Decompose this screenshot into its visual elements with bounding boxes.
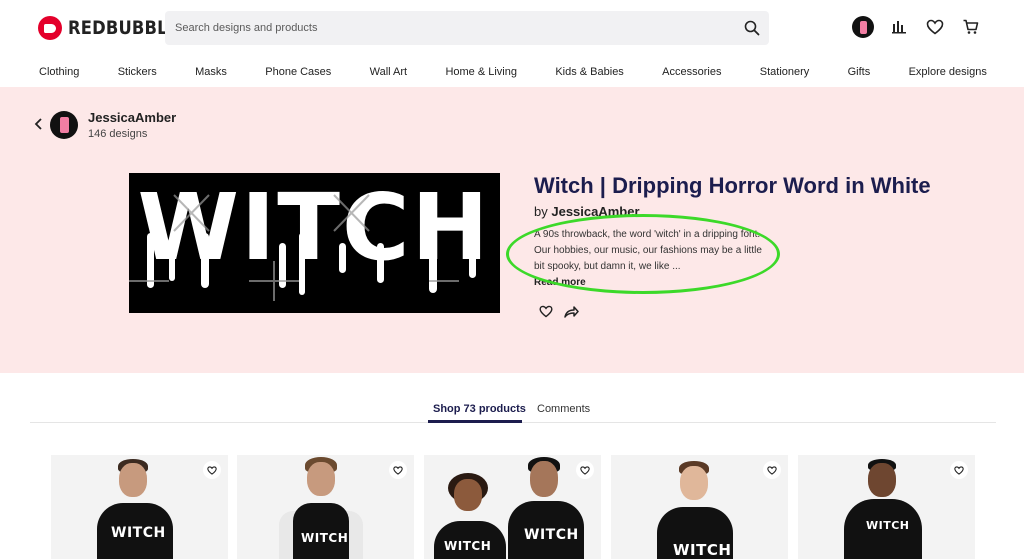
product-card[interactable]: WITCH (237, 455, 414, 559)
category-nav: Clothing Stickers Masks Phone Cases Wall… (0, 56, 1024, 87)
nav-item-stickers[interactable]: Stickers (118, 66, 157, 78)
card-heart-icon[interactable] (950, 461, 968, 479)
search-input[interactable] (165, 11, 725, 45)
product-card[interactable]: WITCH (51, 455, 228, 559)
nav-item-phone-cases[interactable]: Phone Cases (265, 66, 331, 78)
byline-prefix: by (534, 204, 548, 219)
nav-item-explore-designs[interactable]: Explore designs (909, 66, 987, 78)
search-icon[interactable] (743, 19, 761, 37)
dashboard-icon[interactable] (888, 16, 910, 38)
shirt-print-text: WITCH (673, 541, 732, 559)
card-heart-icon[interactable] (576, 461, 594, 479)
nav-item-stationery[interactable]: Stationery (760, 66, 810, 78)
redbubble-logo-icon (38, 16, 62, 40)
header-actions (852, 16, 982, 38)
nav-item-kids-babies[interactable]: Kids & Babies (555, 66, 623, 78)
design-byline: by JessicaAmber (534, 204, 640, 219)
back-chevron-icon[interactable] (34, 117, 44, 131)
account-avatar[interactable] (852, 16, 874, 38)
product-card[interactable]: WITCH WITCH (424, 455, 601, 559)
design-artwork: WITCH (129, 173, 500, 313)
design-artwork-text: WITCH (138, 174, 491, 281)
artist-design-count: 146 designs (88, 128, 148, 140)
favorite-design-heart-icon[interactable] (539, 305, 553, 319)
nav-item-masks[interactable]: Masks (195, 66, 227, 78)
site-header: REDBUBBLE (0, 0, 1024, 56)
design-description: A 90s throwback, the word 'witch' in a d… (534, 229, 762, 272)
tab-shop-products[interactable]: Shop 73 products (433, 403, 526, 415)
nav-item-clothing[interactable]: Clothing (39, 66, 79, 78)
nav-item-accessories[interactable]: Accessories (662, 66, 721, 78)
product-card[interactable]: WITCH (798, 455, 975, 559)
heart-icon[interactable] (924, 16, 946, 38)
nav-item-wall-art[interactable]: Wall Art (370, 66, 408, 78)
nav-item-home-living[interactable]: Home & Living (445, 66, 517, 78)
active-tab-indicator (428, 420, 522, 423)
byline-artist-link[interactable]: JessicaAmber (551, 204, 639, 219)
card-heart-icon[interactable] (389, 461, 407, 479)
tab-comments[interactable]: Comments (537, 403, 590, 415)
shirt-print-text: WITCH (111, 525, 166, 541)
product-grid: WITCH WITCH WITCH WITCH WITCH WITCH (51, 455, 975, 559)
artist-name[interactable]: JessicaAmber (88, 110, 176, 125)
design-title: Witch | Dripping Horror Word in White (534, 173, 931, 198)
brand-name: REDBUBBLE (68, 17, 180, 39)
shirt-print-text: WITCH (524, 527, 579, 543)
shirt-print-text: WITCH (301, 531, 349, 545)
nav-item-gifts[interactable]: Gifts (848, 66, 871, 78)
read-more-link[interactable]: Read more (534, 277, 586, 288)
card-heart-icon[interactable] (763, 461, 781, 479)
product-tabs: Shop 73 products Comments (30, 396, 996, 423)
product-card[interactable]: WITCH (611, 455, 788, 559)
shirt-print-text: WITCH (444, 539, 492, 553)
design-hero: JessicaAmber 146 designs WITCH Witch | D… (0, 87, 1024, 373)
shirt-print-text: WITCH (866, 519, 910, 532)
artist-avatar[interactable] (50, 111, 78, 139)
cart-icon[interactable] (960, 16, 982, 38)
search-bar (165, 11, 769, 45)
card-heart-icon[interactable] (203, 461, 221, 479)
share-arrow-icon[interactable] (563, 304, 579, 320)
